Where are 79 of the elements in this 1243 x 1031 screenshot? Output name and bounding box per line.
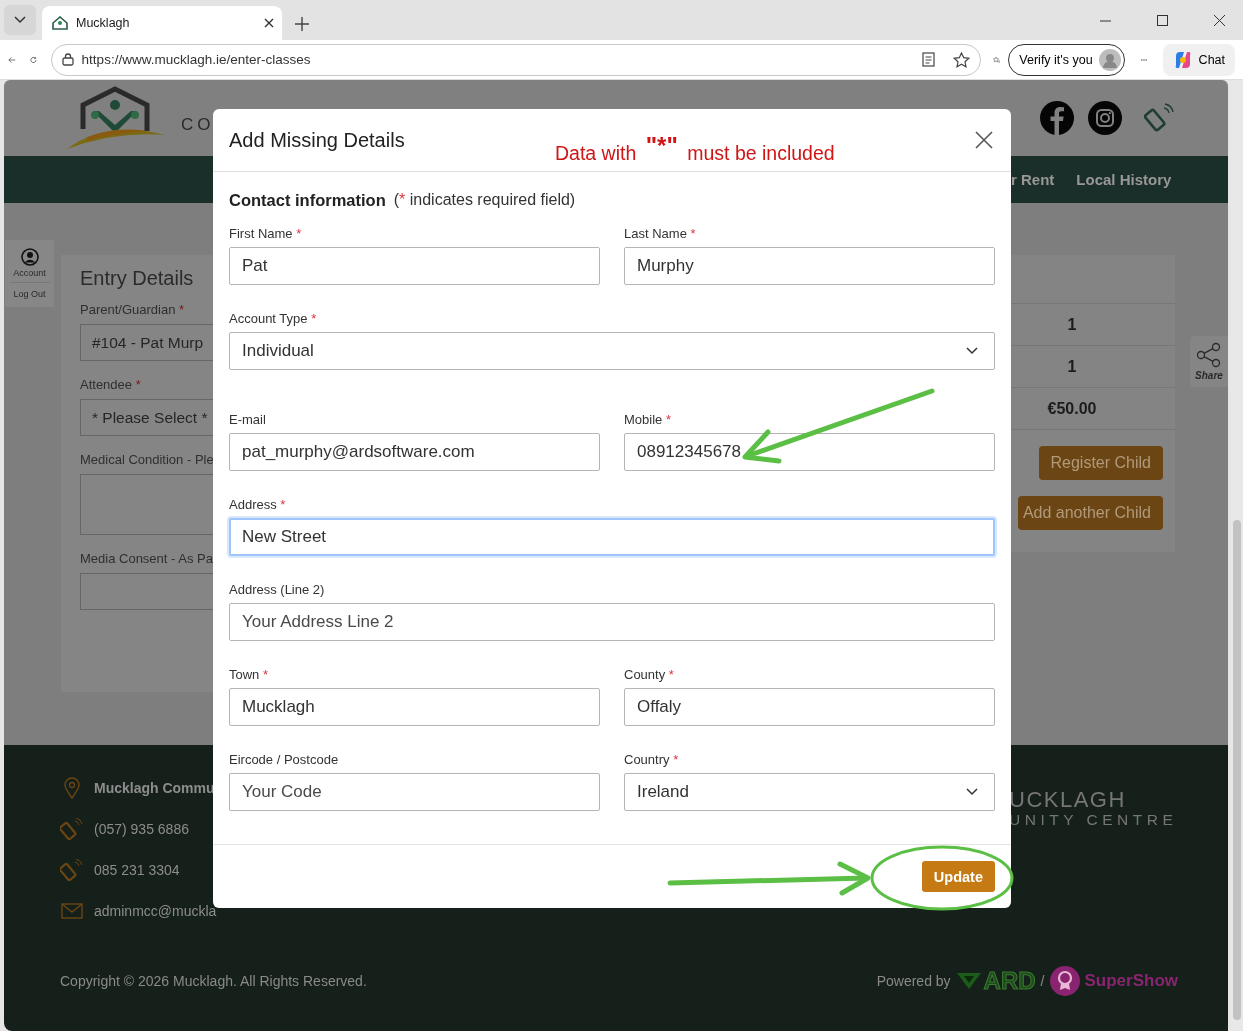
input-field[interactable]: 08912345678 (624, 433, 995, 471)
field-label: E-mail (229, 411, 267, 429)
powered-by-text: Powered by (876, 973, 951, 989)
brand-text: CO (181, 115, 215, 135)
phone-icon (60, 818, 84, 840)
new-tab-icon[interactable] (294, 16, 310, 32)
tab-title: Mucklagh (76, 16, 131, 30)
input-field[interactable]: pat_murphy@ardsoftware.com (229, 433, 600, 471)
phone-icon[interactable] (1144, 103, 1176, 133)
url-text: https://www.mucklagh.ie/enter-classes (81, 52, 312, 67)
field-label: Account Type * (229, 310, 318, 328)
user-icon (20, 248, 39, 266)
brand-text: UCKLAGH (1009, 789, 1127, 811)
envelope-icon (60, 903, 84, 919)
field-label: Address (Line 2) (229, 581, 326, 599)
required-note: (* indicates required field) (393, 191, 576, 209)
field-label: Media Consent - As Pa (80, 551, 214, 566)
phone-icon (60, 859, 84, 881)
table-cell-text: €50.00 (1046, 399, 1098, 418)
scrollbar-thumb[interactable] (1233, 520, 1241, 1020)
logout-link[interactable]: Log Out (13, 283, 46, 307)
field-label: Eircode / Postcode (229, 751, 340, 769)
table-cell-text: 1 (1066, 315, 1078, 334)
chat-button[interactable]: Chat (1162, 43, 1235, 76)
house-logo-icon (52, 16, 68, 30)
close-icon[interactable] (1214, 14, 1225, 26)
input-field[interactable]: Mucklagh (229, 688, 600, 726)
logo-icon (955, 972, 982, 990)
input-field[interactable]: Your Address Line 2 (229, 603, 995, 641)
input-field[interactable]: Your Code (229, 773, 600, 811)
field-label: Address * (229, 496, 287, 514)
chevron-down-icon (14, 16, 26, 24)
annotation-text: Data with "*" must be included (555, 138, 835, 166)
field-label: Last Name * (624, 225, 697, 243)
field-label: Town * (229, 666, 270, 684)
nav-link[interactable]: Local History (1076, 171, 1172, 188)
reader-icon[interactable] (921, 52, 935, 67)
close-icon[interactable] (264, 18, 274, 28)
maximize-icon[interactable] (1157, 14, 1168, 26)
field-label: Mobile * (624, 411, 672, 429)
more-icon[interactable] (1140, 57, 1147, 62)
tab-list-button[interactable] (4, 5, 36, 35)
profile-button[interactable]: Verify it's you (1008, 43, 1125, 76)
dropdown[interactable]: Ireland (624, 773, 995, 811)
input-field[interactable]: New Street (229, 518, 995, 556)
field-label: Parent/Guardian * (80, 302, 186, 317)
contact-text: (057) 935 6886 (94, 821, 189, 837)
input-field[interactable]: Murphy (624, 247, 995, 285)
table-cell-text: 1 (1066, 357, 1078, 376)
star-icon[interactable] (952, 51, 970, 68)
field-label: County * (624, 666, 675, 684)
share-icon (1196, 342, 1222, 368)
field-label: First Name * (229, 225, 303, 243)
avatar-icon (1098, 48, 1121, 71)
chevron-icon (966, 347, 978, 355)
lock-icon (61, 53, 74, 66)
input-field[interactable]: Pat (229, 247, 600, 285)
input-field[interactable]: Offaly (624, 688, 995, 726)
close-icon (975, 131, 993, 149)
dropdown[interactable]: Individual (229, 332, 995, 370)
instagram-icon[interactable] (1088, 101, 1122, 135)
share-button[interactable]: Share (1190, 336, 1228, 387)
copyright-text: Copyright © 2026 Mucklagh. All Rights Reserved. (60, 973, 367, 989)
section-title: Entry Details (80, 267, 195, 290)
separator-text: / (1040, 973, 1045, 989)
nav-link[interactable]: r Rent (1011, 171, 1055, 188)
contact-text: Mucklagh Commu (94, 780, 215, 796)
field-label: Medical Condition - Ple (80, 452, 214, 467)
chevron-icon (966, 788, 978, 796)
contact-text: 085 231 3304 (94, 862, 180, 878)
facebook-icon[interactable] (1040, 101, 1074, 135)
browser-tab[interactable]: Mucklagh (42, 6, 282, 40)
email-link[interactable]: adminmcc@muckla (94, 903, 217, 919)
dialog-title: Add Missing Details (229, 128, 405, 152)
rosette-icon (1049, 965, 1082, 997)
field-label: Country * (624, 751, 680, 769)
field-label: Attendee * (80, 377, 142, 392)
section-heading: Contact information (229, 190, 386, 210)
account-button[interactable]: Account (9, 248, 50, 283)
